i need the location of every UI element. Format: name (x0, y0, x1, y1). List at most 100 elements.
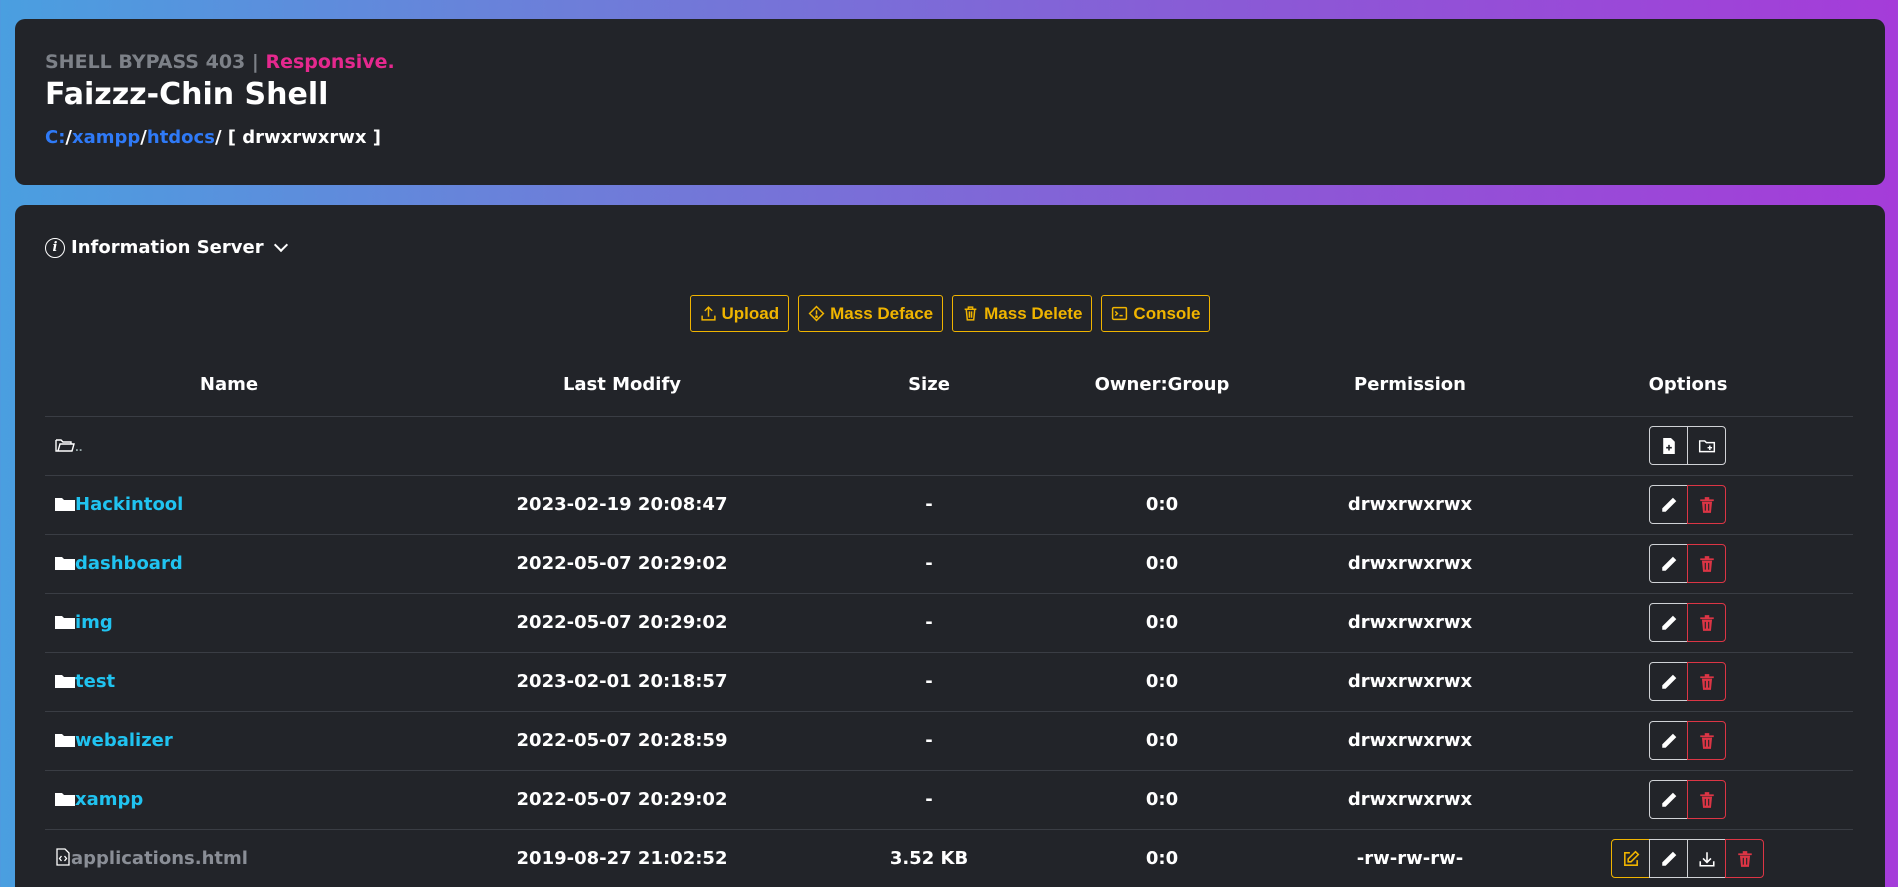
row-options (1611, 839, 1764, 878)
trash-icon (1699, 791, 1714, 808)
delete-button[interactable] (1687, 603, 1726, 642)
options-cell (1523, 475, 1853, 535)
edit-square-icon (1623, 850, 1639, 866)
folder-link[interactable]: test (75, 671, 115, 692)
options-cell (1523, 416, 1853, 476)
size-cell: - (831, 475, 1027, 535)
delete-button[interactable] (1687, 485, 1726, 524)
size-cell: - (831, 770, 1027, 830)
breadcrumb-sep: / (140, 127, 147, 148)
mass-deface-button[interactable]: Mass Deface (798, 295, 944, 332)
owner-group-cell: 0:0 (1027, 534, 1297, 594)
breadcrumb: C:/xampp/htdocs/ [ drwxrwxrwx ] (45, 127, 381, 148)
name-cell: xampp (45, 770, 413, 830)
modified-cell: 2022-05-07 20:28:59 (413, 711, 831, 771)
trash-icon (1699, 614, 1714, 631)
page-title: Faizzz-Chin Shell (45, 77, 329, 112)
trash-icon (1699, 732, 1714, 749)
permission-cell[interactable]: drwxrwxrwx (1297, 770, 1523, 830)
file-manager-card: i Information Server Upload Mass Deface … (15, 205, 1885, 887)
delete-button[interactable] (1687, 662, 1726, 701)
row-options (1649, 544, 1726, 583)
permission-cell[interactable]: drwxrwxrwx (1297, 711, 1523, 771)
download-button[interactable] (1687, 839, 1726, 878)
delete-button[interactable] (1687, 544, 1726, 583)
chevron-down-icon (273, 237, 288, 252)
parent-dir-row: .. (45, 416, 1853, 476)
file-link[interactable]: applications.html (71, 848, 248, 869)
permission-cell[interactable]: drwxrwxrwx (1297, 652, 1523, 712)
mass-delete-label: Mass Delete (984, 303, 1083, 323)
terminal-icon (1112, 306, 1128, 321)
options-cell (1523, 652, 1853, 712)
owner-group-cell: 0:0 (1027, 593, 1297, 653)
delete-button[interactable] (1687, 780, 1726, 819)
permission-cell[interactable]: drwxrwxrwx (1297, 593, 1523, 653)
delete-button[interactable] (1725, 839, 1764, 878)
col-last-modify[interactable]: Last Modify (413, 353, 831, 417)
info-server-toggle[interactable]: i Information Server (45, 237, 288, 258)
col-size[interactable]: Size (831, 353, 1027, 417)
info-icon: i (45, 237, 65, 258)
trash-icon (1699, 496, 1714, 513)
new-folder-button[interactable] (1687, 426, 1726, 465)
size-cell: - (831, 593, 1027, 653)
col-name[interactable]: Name (45, 353, 413, 417)
options-cell (1523, 770, 1853, 830)
toolbar: Upload Mass Deface Mass Delete Console (15, 295, 1885, 332)
pencil-icon (1661, 497, 1676, 512)
rename-button[interactable] (1649, 603, 1688, 642)
mass-delete-button[interactable]: Mass Delete (952, 295, 1093, 332)
folder-link[interactable]: img (75, 612, 113, 633)
rename-button[interactable] (1649, 544, 1688, 583)
modified-cell: 2022-05-07 20:29:02 (413, 770, 831, 830)
breadcrumb-permission: / [ drwxrwxrwx ] (214, 127, 381, 148)
folder-icon (55, 557, 75, 570)
folder-link[interactable]: Hackintool (75, 494, 183, 515)
rename-button[interactable] (1649, 662, 1688, 701)
row-options (1649, 662, 1726, 701)
parent-dir-cell[interactable]: .. (45, 416, 413, 476)
options-cell (1523, 534, 1853, 594)
folder-link[interactable]: dashboard (75, 553, 183, 574)
upload-icon (700, 306, 716, 321)
folder-icon (55, 793, 75, 806)
folder-link[interactable]: xampp (75, 789, 143, 810)
delete-button[interactable] (1687, 721, 1726, 760)
col-permission[interactable]: Permission (1297, 353, 1523, 417)
console-button[interactable]: Console (1101, 295, 1211, 332)
rename-button[interactable] (1649, 839, 1688, 878)
shell-subtitle: SHELL BYPASS 403 | Responsive. (45, 51, 395, 73)
permission-cell[interactable]: -rw-rw-rw- (1297, 829, 1523, 887)
owner-group-cell: 0:0 (1027, 652, 1297, 712)
table-row: webalizer 2022-05-07 20:28:59 - 0:0 drwx… (45, 711, 1853, 771)
breadcrumb-drive[interactable]: C: (45, 127, 65, 148)
rename-button[interactable] (1649, 485, 1688, 524)
breadcrumb-sep: / (65, 127, 72, 148)
folder-link[interactable]: webalizer (75, 730, 173, 751)
table-header-row: Name Last Modify Size Owner:Group Permis… (45, 353, 1853, 417)
breadcrumb-xampp[interactable]: xampp (72, 127, 140, 148)
col-options: Options (1523, 353, 1853, 417)
options-cell (1523, 829, 1853, 887)
edit-file-button[interactable] (1611, 839, 1650, 878)
name-cell: img (45, 593, 413, 653)
new-file-button[interactable] (1649, 426, 1688, 465)
breadcrumb-htdocs[interactable]: htdocs (147, 127, 215, 148)
download-icon (1698, 851, 1715, 867)
warning-diamond-icon (808, 305, 825, 322)
file-code-icon (56, 848, 70, 866)
table-row: img 2022-05-07 20:29:02 - 0:0 drwxrwxrwx (45, 593, 1853, 653)
subtitle-accent: Responsive. (265, 51, 395, 73)
upload-button[interactable]: Upload (689, 295, 790, 332)
permission-cell[interactable]: drwxrwxrwx (1297, 475, 1523, 535)
permission-cell[interactable]: drwxrwxrwx (1297, 534, 1523, 594)
empty-cell (1027, 416, 1297, 476)
col-owner-group[interactable]: Owner:Group (1027, 353, 1297, 417)
owner-group-cell: 0:0 (1027, 475, 1297, 535)
rename-button[interactable] (1649, 721, 1688, 760)
subtitle-text: SHELL BYPASS 403 | (45, 51, 259, 73)
pencil-icon (1661, 674, 1676, 689)
table-row: dashboard 2022-05-07 20:29:02 - 0:0 drwx… (45, 534, 1853, 594)
rename-button[interactable] (1649, 780, 1688, 819)
